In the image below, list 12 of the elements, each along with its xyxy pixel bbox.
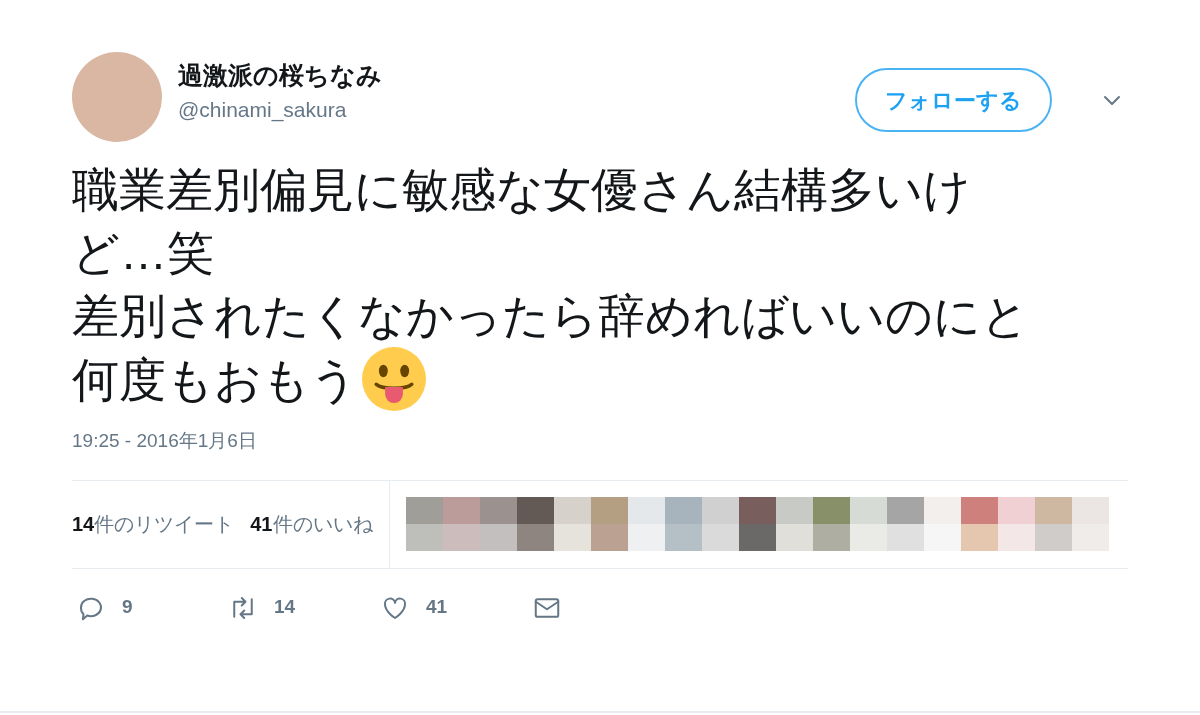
timestamp[interactable]: 19:25 - 2016年1月6日 (72, 427, 257, 456)
action-count: 14 (274, 595, 296, 620)
tweet-line: 差別されたくなかったら辞めればいいのにと (72, 288, 1029, 344)
action-count: 41 (426, 595, 448, 620)
tongue-emoji-icon (362, 347, 426, 411)
action-count: 9 (122, 595, 133, 620)
tweet-line: 職業差別偏見に敏感な女優さん結構多いけど…笑 (72, 162, 972, 281)
tweet-line: 何度もおもう (72, 351, 358, 408)
user-name[interactable]: 過激派の桜ちなみ (178, 60, 382, 90)
user-handle[interactable]: @chinami_sakura (178, 94, 382, 126)
stat-link[interactable]: 14件のリツイート (72, 509, 235, 539)
stat-link[interactable]: 41件のいいね (250, 509, 373, 539)
